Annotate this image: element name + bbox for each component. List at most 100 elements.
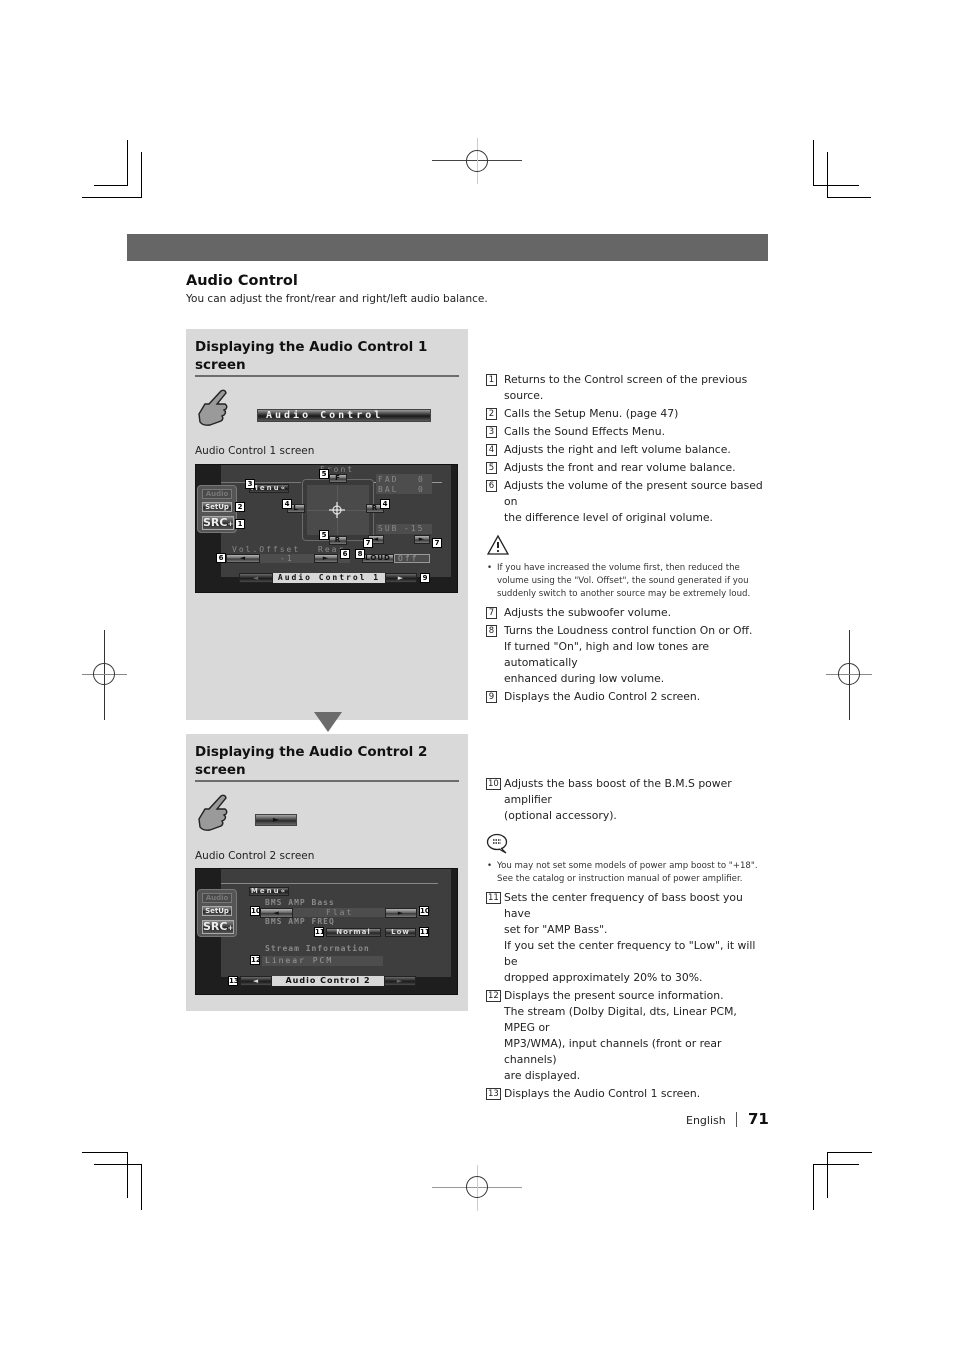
description-text: Displays the Audio Control 1 screen. bbox=[504, 1087, 701, 1100]
callout-3: 3 bbox=[245, 479, 255, 489]
footer-language: English bbox=[686, 1114, 726, 1127]
description-item-1: 1 Returns to the Control screen of the pr… bbox=[486, 372, 770, 404]
panel2-caption: Audio Control 2 screen bbox=[195, 850, 315, 862]
src-side-button[interactable]: SRC+ bbox=[202, 920, 234, 934]
vol-offset-up-button[interactable]: ► bbox=[314, 554, 338, 563]
bms-bass-value: Flat bbox=[326, 908, 354, 917]
panel2-rule bbox=[195, 780, 459, 782]
menu-button[interactable]: Menu« bbox=[249, 887, 289, 896]
bms-bass-label: BMS AMP Bass bbox=[265, 898, 335, 907]
description-text: Adjusts the front and rear volume balanc… bbox=[504, 461, 736, 474]
callout-8: 8 bbox=[355, 549, 365, 559]
hand-pointer-icon bbox=[198, 794, 228, 831]
callout-13: 13 bbox=[228, 976, 239, 986]
callout-4-right: 4 bbox=[380, 499, 390, 509]
item-number-badge: 3 bbox=[486, 426, 497, 438]
freq-low-button[interactable]: Low bbox=[385, 928, 416, 937]
note-text: volume using the "Vol. Offset", the soun… bbox=[497, 576, 749, 586]
vol-offset-value: -1 bbox=[280, 554, 294, 563]
freq-normal-button[interactable]: Normal bbox=[326, 928, 381, 937]
description-text: are displayed. bbox=[504, 1069, 581, 1082]
description-text: source. bbox=[504, 389, 544, 402]
callout-6-down: 6 bbox=[216, 553, 226, 563]
item-number-badge: 7 bbox=[486, 607, 497, 619]
description-item-6: 6 Adjusts the volume of the present sourc… bbox=[486, 478, 770, 526]
warning-note: • If you have increased the volume first,… bbox=[486, 562, 770, 601]
sub-value: -15 bbox=[404, 524, 425, 533]
description-text: Adjusts the subwoofer volume. bbox=[504, 606, 672, 619]
loud-button[interactable]: LOUD bbox=[362, 554, 394, 563]
callout-5-front: 5 bbox=[319, 469, 329, 479]
front-button[interactable]: F bbox=[329, 474, 347, 483]
menu-button[interactable]: Menu« bbox=[249, 484, 289, 493]
balance-position-marker-icon bbox=[329, 502, 345, 518]
callout-9: 9 bbox=[420, 573, 430, 583]
fad-label: FAD bbox=[378, 475, 399, 484]
screen2-prev-button[interactable]: ◄ bbox=[240, 976, 272, 986]
panel1-caption: Audio Control 1 screen bbox=[195, 445, 315, 457]
callout-4-left: 4 bbox=[282, 499, 292, 509]
description-item-12: 12 Displays the present source informatio… bbox=[486, 988, 770, 1084]
item-number-badge: 11 bbox=[486, 892, 501, 904]
description-text: set for "AMP Bass". bbox=[504, 923, 608, 936]
warning-triangle-icon bbox=[486, 534, 510, 555]
screen1-next-button[interactable]: ► bbox=[385, 573, 417, 583]
bal-value: 0 bbox=[418, 485, 425, 494]
item-number-badge: 1 bbox=[486, 374, 497, 386]
callout-6-up: 6 bbox=[340, 549, 350, 559]
sub-up-button[interactable]: ► bbox=[414, 535, 430, 544]
panel2-title: Displaying the Audio Control 2 screen bbox=[195, 744, 428, 778]
note-text: If you have increased the volume first, … bbox=[497, 563, 740, 573]
description-text: MP3/WMA), input channels (front or rear … bbox=[504, 1037, 722, 1066]
description-item-13: 13 Displays the Audio Control 1 screen. bbox=[486, 1086, 770, 1102]
description-item-9: 9 Displays the Audio Control 2 screen. bbox=[486, 689, 770, 705]
description-text: If turned "On", high and low tones are a… bbox=[504, 640, 710, 669]
description-text: the difference level of original volume. bbox=[504, 511, 713, 524]
item-number-badge: 13 bbox=[486, 1088, 501, 1100]
note-text: suddenly switch to another source may be… bbox=[497, 589, 751, 599]
audio-side-button[interactable]: Audio bbox=[202, 893, 232, 903]
section-subtitle: You can adjust the front/rear and right/… bbox=[186, 293, 488, 305]
screen1-title: Audio Control 1 bbox=[273, 573, 385, 583]
descriptions-screen2: 10 Adjusts the bass boost of the B.M.S po… bbox=[486, 776, 770, 1104]
setup-side-button[interactable]: SetUp bbox=[202, 502, 232, 512]
loud-value: Off bbox=[394, 554, 430, 563]
hand-pointer-icon bbox=[198, 389, 228, 426]
bms-bass-up-button[interactable]: ► bbox=[385, 908, 417, 918]
setup-side-button[interactable]: SetUp bbox=[202, 906, 232, 916]
audio-control-1-screen: Audio SetUp SRC+ 2 1 3 Menu« Front Rear … bbox=[195, 464, 458, 593]
description-item-7: 7 Adjusts the subwoofer volume. bbox=[486, 605, 770, 621]
callout-5-rear: 5 bbox=[319, 530, 329, 540]
bms-freq-label: BMS AMP FREQ bbox=[265, 917, 335, 926]
page-number: 71 bbox=[748, 1110, 769, 1128]
screen1-prev-button[interactable]: ◄ bbox=[239, 573, 273, 583]
description-text: Turns the Loudness control function On o… bbox=[504, 624, 753, 637]
description-text: dropped approximately 20% to 30%. bbox=[504, 971, 703, 984]
descriptions-screen1: 1 Returns to the Control screen of the pr… bbox=[486, 372, 770, 707]
callout-7-up: 7 bbox=[432, 538, 442, 548]
screen2-title: Audio Control 2 bbox=[272, 976, 384, 986]
item-number-badge: 4 bbox=[486, 444, 497, 456]
audio-control-menu-button[interactable]: Audio Control bbox=[257, 409, 431, 422]
vol-offset-down-button[interactable]: ◄ bbox=[226, 554, 260, 563]
callout-1: 1 bbox=[235, 519, 245, 529]
screen2-next-button[interactable]: ► bbox=[384, 976, 416, 986]
description-text: (optional accessory). bbox=[504, 809, 617, 822]
footer-separator bbox=[736, 1112, 737, 1127]
description-text: If you set the center frequency to "Low"… bbox=[504, 939, 756, 968]
item-number-badge: 2 bbox=[486, 408, 497, 420]
sub-label: SUB bbox=[378, 524, 399, 533]
callout-12: 12 bbox=[250, 955, 261, 965]
note-text: You may not set some models of power amp… bbox=[497, 861, 758, 871]
src-side-button[interactable]: SRC+ bbox=[202, 516, 234, 530]
next-screen-button[interactable]: ► bbox=[255, 814, 297, 826]
callout-2: 2 bbox=[235, 502, 245, 512]
callout-10-left: 10 bbox=[250, 906, 261, 916]
rear-button[interactable]: R bbox=[329, 536, 347, 545]
memo-note-icon bbox=[486, 833, 508, 854]
description-item-10: 10 Adjusts the bass boost of the B.M.S po… bbox=[486, 776, 770, 824]
stream-info-label: Stream Information bbox=[265, 944, 370, 953]
audio-side-button[interactable]: Audio bbox=[202, 489, 232, 499]
description-text: Displays the present source information. bbox=[504, 989, 724, 1002]
panel1-rule bbox=[195, 375, 459, 377]
